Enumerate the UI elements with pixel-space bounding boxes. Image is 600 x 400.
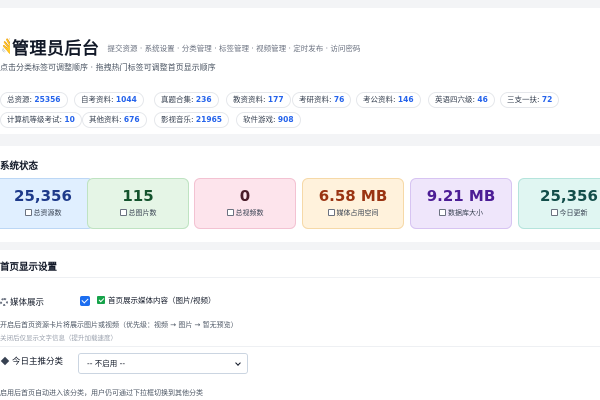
video-icon [226, 209, 234, 216]
header-card: 👋 管理员后台 提交资源 · 系统设置 · 分类管理 · 标签管理 · 视频管理… [0, 8, 600, 134]
category-tag[interactable]: 影视音乐: 21965 [154, 112, 230, 128]
image-icon [119, 209, 127, 216]
stat-database-size: 9.21 MB 数据库大小 [410, 178, 512, 229]
diamond-icon [0, 356, 10, 366]
category-tag[interactable]: 总资源: 25356 [0, 92, 68, 108]
stat-today-updates: 25,356 今日更新 [518, 178, 600, 229]
main-category-label: 今日主推分类 [0, 355, 63, 367]
page-description: 提交资源 · 系统设置 · 分类管理 · 标签管理 · 视频管理 · 定时发布 … [107, 44, 361, 53]
media-display-checkbox[interactable] [80, 296, 90, 306]
home-display-title: 首页显示设置 [0, 262, 58, 273]
category-tag[interactable]: 考研资料: 76 [292, 92, 352, 108]
stat-total-videos: 0 总视频数 [194, 178, 296, 229]
page-title: 管理员后台 [12, 39, 100, 59]
home-display-card: 首页显示设置 媒体展示 首页展示媒体内容（图片/视频） 开启后首页资源卡片将展示… [0, 250, 600, 400]
divider [0, 346, 600, 347]
system-status-card: 系统状态 25,356 总资源数 115 总图片数 0 总视频数 6.58 MB… [0, 146, 600, 242]
resource-icon [24, 209, 32, 216]
check-icon [97, 296, 105, 304]
category-tag[interactable]: 其他资料: 676 [82, 112, 147, 128]
stat-total-images: 115 总图片数 [87, 178, 189, 229]
main-category-note: 启用后首页自动进入该分类，用户仍可通过下拉框切换到其他分类 [0, 389, 203, 397]
category-tag[interactable]: 真题合集: 236 [154, 92, 219, 108]
reorder-hint: 点击分类标签可调整顺序 · 拖拽热门标签可调整首页显示顺序 [0, 63, 216, 72]
wave-icon: 👋 [0, 37, 10, 57]
category-tag[interactable]: 考公资料: 146 [356, 92, 421, 108]
category-tag[interactable]: 三支一扶: 72 [500, 92, 560, 108]
chevron-down-icon [235, 360, 241, 366]
database-icon [439, 209, 446, 216]
system-status-title: 系统状态 [0, 161, 39, 172]
main-category-select[interactable]: -- 不启用 -- [78, 353, 248, 374]
divider [0, 277, 600, 278]
stat-media-storage: 6.58 MB 媒体占用空间 [302, 178, 404, 229]
stat-total-resources: 25,356 总资源数 [0, 178, 94, 229]
title-row: 👋 管理员后台 提交资源 · 系统设置 · 分类管理 · 标签管理 · 视频管理… [0, 34, 361, 60]
category-tag[interactable]: 英语四六级: 46 [428, 92, 495, 108]
calendar-icon [550, 209, 558, 216]
media-display-option[interactable]: 首页展示媒体内容（图片/视频） [97, 295, 216, 306]
category-tag[interactable]: 自考资料: 1044 [74, 92, 144, 108]
storage-icon [327, 209, 335, 216]
media-display-note: 开启后首页资源卡片将展示图片或视频（优先级：视频 → 图片 → 暂无预览） [0, 321, 238, 329]
category-tag[interactable]: 软件游戏: 908 [236, 112, 301, 128]
media-display-subnote: 关闭后仅显示文字信息（提升加载速度） [0, 334, 117, 342]
category-tag[interactable]: 计算机等级考试: 10 [0, 112, 82, 128]
category-tag[interactable]: 教资资料: 177 [226, 92, 291, 108]
gear-icon [0, 298, 8, 306]
media-display-label: 媒体展示 [0, 296, 44, 308]
